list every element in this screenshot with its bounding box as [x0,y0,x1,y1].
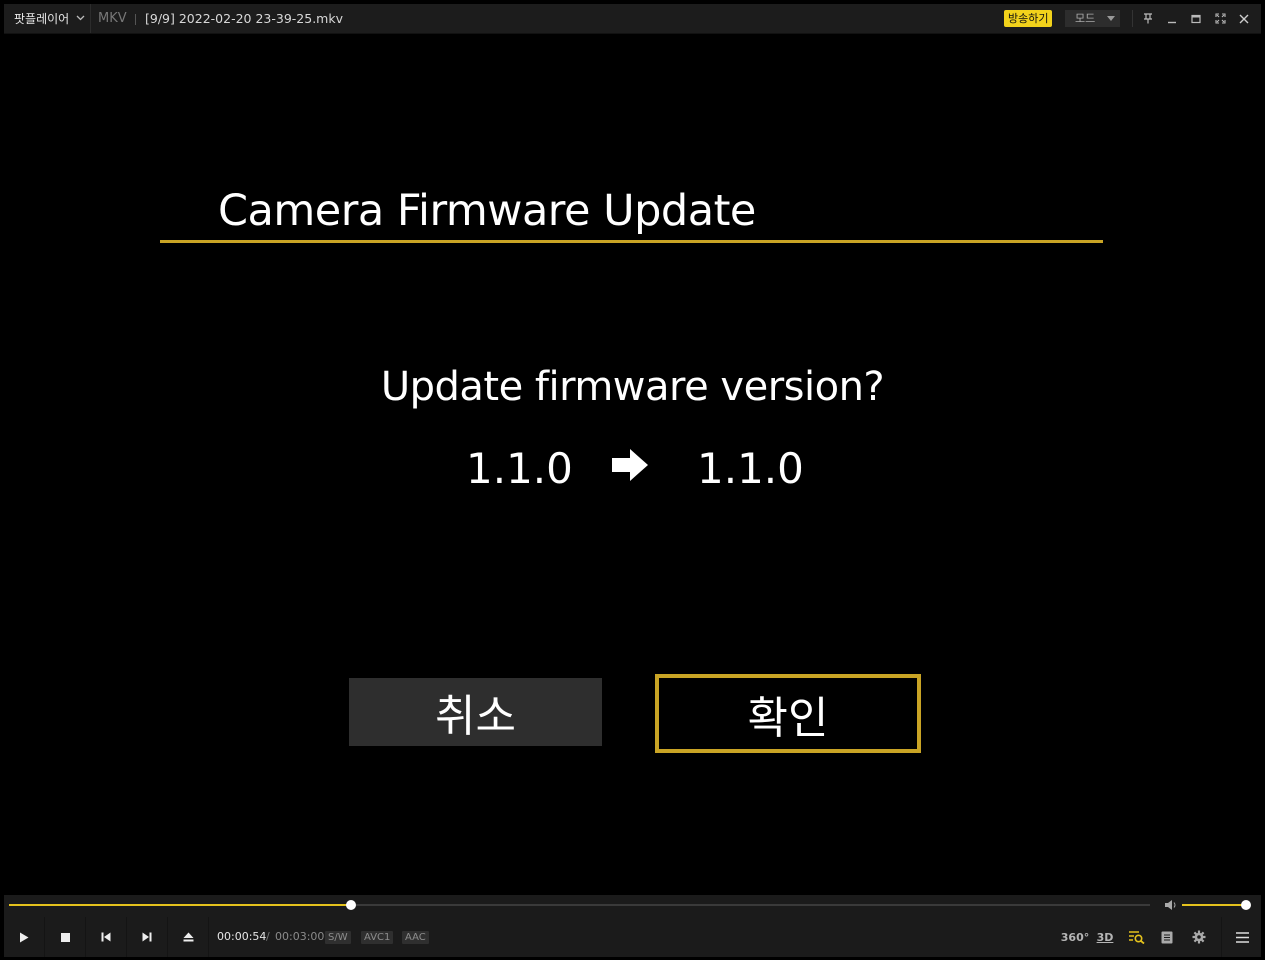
total-time[interactable]: 00:03:00 [275,917,324,957]
divider [1221,917,1222,957]
close-button[interactable] [1233,4,1255,33]
playback-controls: 00:00:54 / 00:03:00 S/W AVC1 AAC 360° 3D [4,917,1261,957]
seek-handle[interactable] [346,900,357,910]
menu-button[interactable] [1227,917,1257,957]
maximize-icon [1191,14,1201,23]
minimize-button[interactable] [1161,4,1183,33]
mode-dropdown[interactable]: 모드 [1065,10,1120,27]
vr360-icon: 360° [1060,930,1090,944]
confirm-button[interactable]: 확인 [655,674,921,753]
gear-icon [1192,930,1206,944]
cancel-button[interactable]: 취소 [349,678,602,746]
open-file-button[interactable] [168,917,208,957]
fullscreen-icon [1214,13,1226,24]
current-time[interactable]: 00:00:54 [217,917,266,957]
app-menu-label: 팟플레이어 [14,12,70,26]
play-icon [20,932,29,942]
player-window: 팟플레이어 MKV [9/9] 2022-02-20 23-39-25.mkv … [0,0,1265,960]
current-version: 1.1.0 [466,444,573,493]
skip-next-icon [142,932,152,942]
fullscreen-button[interactable] [1209,4,1231,33]
right-arrow-icon [612,449,648,481]
divider [208,917,209,957]
previous-button[interactable] [86,917,126,957]
settings-button[interactable] [1184,917,1214,957]
volume-slider[interactable] [1182,900,1251,910]
volume-icon[interactable] [1164,898,1178,912]
title-bar: 팟플레이어 MKV [9/9] 2022-02-20 23-39-25.mkv … [4,4,1261,34]
skip-previous-icon [101,932,111,942]
video-area[interactable]: Camera Firmware Update Update firmware v… [4,34,1261,894]
control-bar: 00:00:54 / 00:03:00 S/W AVC1 AAC 360° 3D [4,895,1261,957]
play-button[interactable] [4,917,44,957]
pin-button[interactable] [1137,4,1159,33]
next-button[interactable] [127,917,167,957]
video-codec-badge[interactable]: AVC1 [361,931,394,944]
new-version: 1.1.0 [697,444,804,493]
divider [1132,10,1133,27]
seek-bar[interactable] [9,900,1150,910]
pin-icon [1144,13,1152,24]
3d-icon: 3D [1096,930,1114,944]
stop-button[interactable] [45,917,85,957]
seek-progress [9,904,352,906]
title-underline [160,240,1103,243]
mode-label: 모드 [1075,12,1096,25]
subtitle-button[interactable] [1152,917,1182,957]
file-name: [9/9] 2022-02-20 23-39-25.mkv [145,11,343,26]
firmware-update-title: Camera Firmware Update [218,186,756,236]
vr360-button[interactable]: 360° [1060,917,1090,957]
3d-button[interactable]: 3D [1090,917,1120,957]
app-menu-button[interactable]: 팟플레이어 [4,4,91,33]
volume-handle[interactable] [1241,900,1251,910]
dropdown-arrow-icon [1107,16,1115,21]
decoder-badge[interactable]: S/W [325,931,351,944]
volume-level [1182,904,1246,906]
update-question: Update firmware version? [380,364,885,410]
stop-icon [60,932,70,942]
maximize-button[interactable] [1185,4,1207,33]
divider [135,14,136,25]
audio-codec-badge[interactable]: AAC [402,931,429,944]
time-separator: / [266,930,270,943]
file-format-label: MKV [98,11,127,26]
broadcast-button[interactable]: 방송하기 [1004,10,1053,27]
chevron-down-icon [76,13,85,24]
minimize-icon [1168,21,1176,23]
eject-icon [183,932,193,942]
document-icon [1161,931,1173,943]
close-icon [1239,14,1249,23]
playlist-search-button[interactable] [1121,917,1151,957]
hamburger-menu-icon [1235,931,1249,943]
playlist-search-icon [1128,931,1145,944]
